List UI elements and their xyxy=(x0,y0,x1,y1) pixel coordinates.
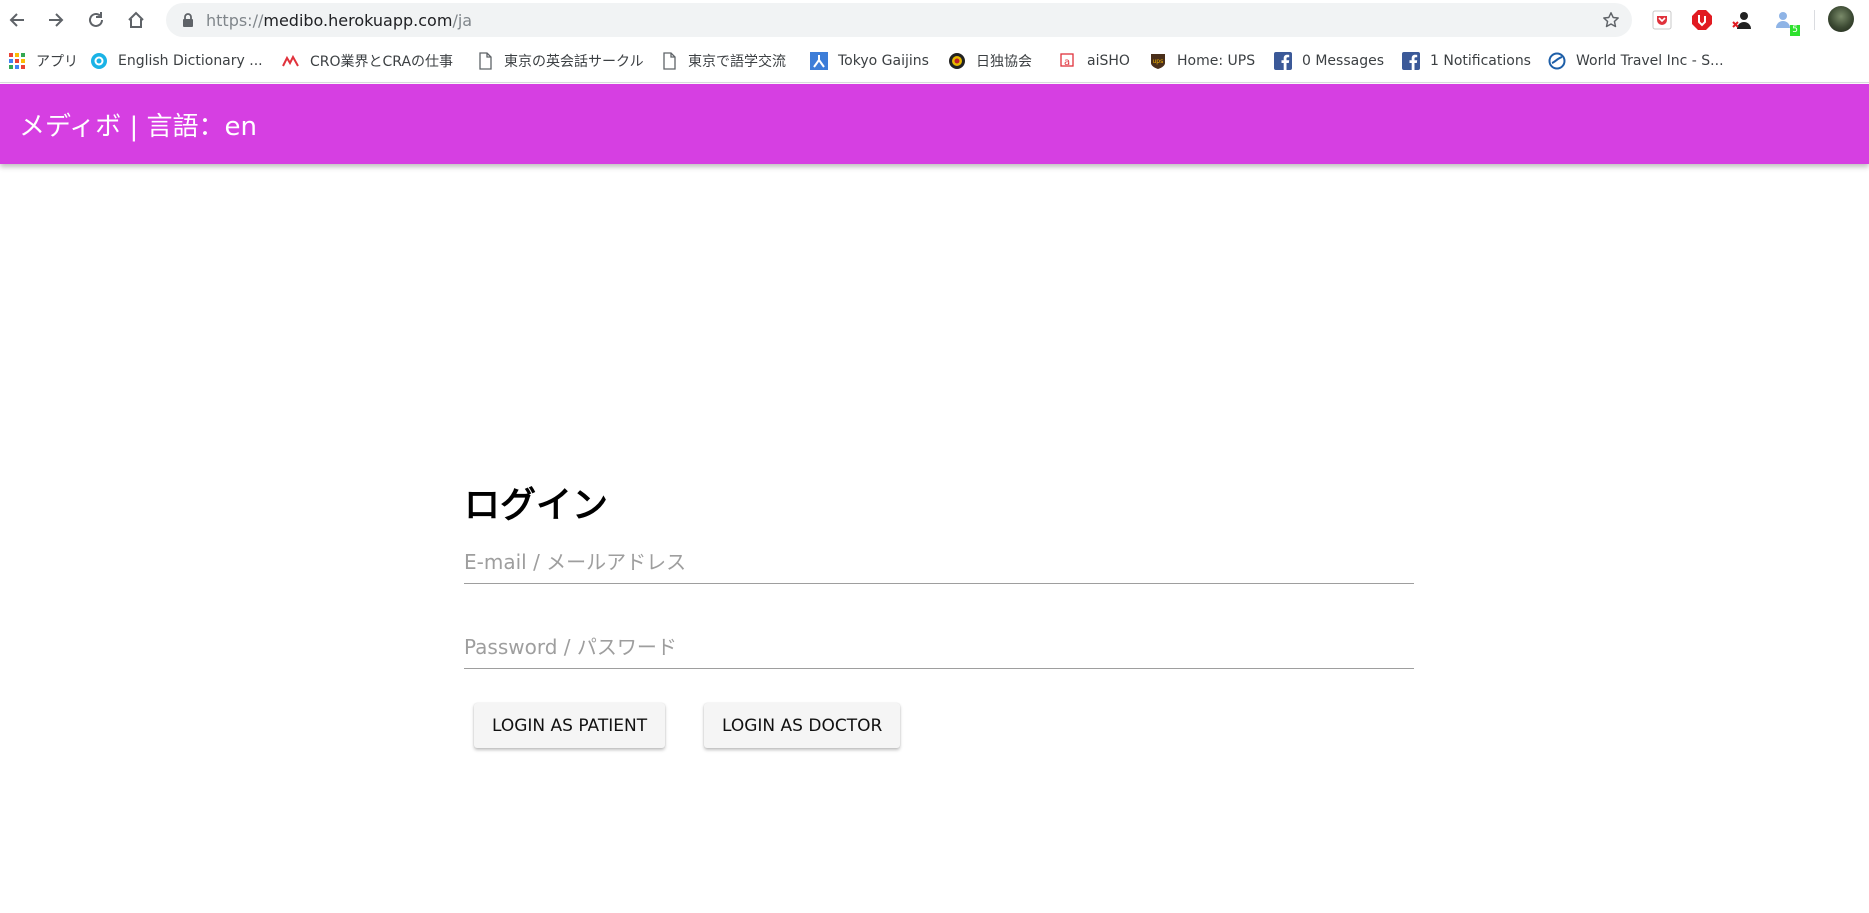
url-host: medibo.herokuapp.com xyxy=(263,11,453,30)
email-field-wrapper xyxy=(464,543,1414,584)
bookmark-label: Tokyo Gaijins xyxy=(838,53,929,69)
bookmark-world-travel[interactable]: World Travel Inc - S... xyxy=(1548,51,1724,71)
bookmark-cro[interactable]: CRO業界とCRAの仕事 xyxy=(282,51,453,71)
bookmark-star-icon[interactable] xyxy=(1602,11,1620,29)
bookmark-eikaiwa[interactable]: 東京の英会話サークル xyxy=(476,51,644,71)
reload-icon[interactable] xyxy=(82,6,110,34)
home-icon[interactable] xyxy=(122,6,150,34)
adblock-extension-icon[interactable] xyxy=(1690,8,1714,32)
ups-icon: ups xyxy=(1149,52,1167,70)
translate-extension-icon[interactable]: 5 xyxy=(1772,8,1800,36)
bookmark-label: 東京で語学交流 xyxy=(688,54,786,70)
url-path: /ja xyxy=(452,11,473,30)
bookmark-tokyo-gaijins[interactable]: Tokyo Gaijins xyxy=(810,51,929,71)
password-field[interactable] xyxy=(464,628,1414,666)
login-as-patient-button[interactable]: LOGIN AS PATIENT xyxy=(474,703,666,748)
lock-icon xyxy=(180,12,196,28)
dictionary-icon xyxy=(90,52,108,70)
profile-avatar[interactable] xyxy=(1828,6,1854,32)
login-heading: ログイン xyxy=(464,485,609,526)
bookmark-label: World Travel Inc - S... xyxy=(1576,53,1724,69)
world-travel-icon xyxy=(1548,52,1566,70)
forward-arrow-icon[interactable] xyxy=(42,6,70,34)
bookmark-nichidoku[interactable]: 日独協会 xyxy=(948,51,1032,71)
bookmark-facebook-messages[interactable]: 0 Messages xyxy=(1274,51,1384,71)
apps-grid-icon xyxy=(8,52,26,70)
back-arrow-icon[interactable] xyxy=(3,6,31,34)
bookmark-english-dictionary[interactable]: English Dictionary ... xyxy=(90,51,263,71)
bookmarks-bar: アプリ English Dictionary ... CRO業界とCRAの仕事 … xyxy=(0,40,1869,83)
tokyo-gaijins-icon xyxy=(810,52,828,70)
bookmark-label: aiSHO xyxy=(1087,53,1130,69)
url-scheme: https:// xyxy=(206,11,264,30)
extension-badge: 5 xyxy=(1790,25,1800,36)
toolbar-divider xyxy=(1814,10,1815,30)
bookmark-label: アプリ xyxy=(36,54,78,70)
bookmark-language-exchange[interactable]: 東京で語学交流 xyxy=(660,51,786,71)
bookmark-facebook-notifications[interactable]: 1 Notifications xyxy=(1402,51,1531,71)
bookmark-label: CRO業界とCRAの仕事 xyxy=(310,54,454,70)
user-block-extension-icon[interactable] xyxy=(1731,8,1755,32)
bookmark-label: 0 Messages xyxy=(1302,53,1385,69)
bookmark-apps[interactable]: アプリ xyxy=(8,51,78,71)
svg-text:ups: ups xyxy=(1153,58,1164,65)
email-field[interactable] xyxy=(464,543,1414,581)
pocket-extension-icon[interactable] xyxy=(1650,8,1674,32)
app-header: メディボ | 言語：en xyxy=(0,84,1869,164)
facebook-icon xyxy=(1402,52,1420,70)
page-icon xyxy=(660,52,678,70)
aisho-icon: a xyxy=(1059,52,1077,70)
cro-logo-icon xyxy=(282,52,300,70)
url-text: https://medibo.herokuapp.com/ja xyxy=(206,11,472,30)
address-bar[interactable]: https://medibo.herokuapp.com/ja xyxy=(166,3,1632,37)
bookmark-ups[interactable]: ups Home: UPS xyxy=(1149,51,1255,71)
password-field-wrapper xyxy=(464,628,1414,669)
login-as-doctor-button[interactable]: LOGIN AS DOCTOR xyxy=(704,703,901,748)
browser-toolbar: https://medibo.herokuapp.com/ja 5 xyxy=(0,0,1869,40)
svg-text:a: a xyxy=(1064,57,1070,68)
bookmark-label: 東京の英会話サークル xyxy=(504,54,644,70)
bookmark-label: 1 Notifications xyxy=(1430,53,1531,69)
emblem-icon xyxy=(948,52,966,70)
facebook-icon xyxy=(1274,52,1292,70)
bookmark-label: Home: UPS xyxy=(1177,53,1256,69)
bookmark-label: English Dictionary ... xyxy=(118,53,263,69)
bookmark-aisho[interactable]: a aiSHO xyxy=(1059,51,1130,71)
bookmark-label: 日独協会 xyxy=(976,54,1032,70)
page-icon xyxy=(476,52,494,70)
app-title: メディボ | 言語：en xyxy=(19,112,257,142)
